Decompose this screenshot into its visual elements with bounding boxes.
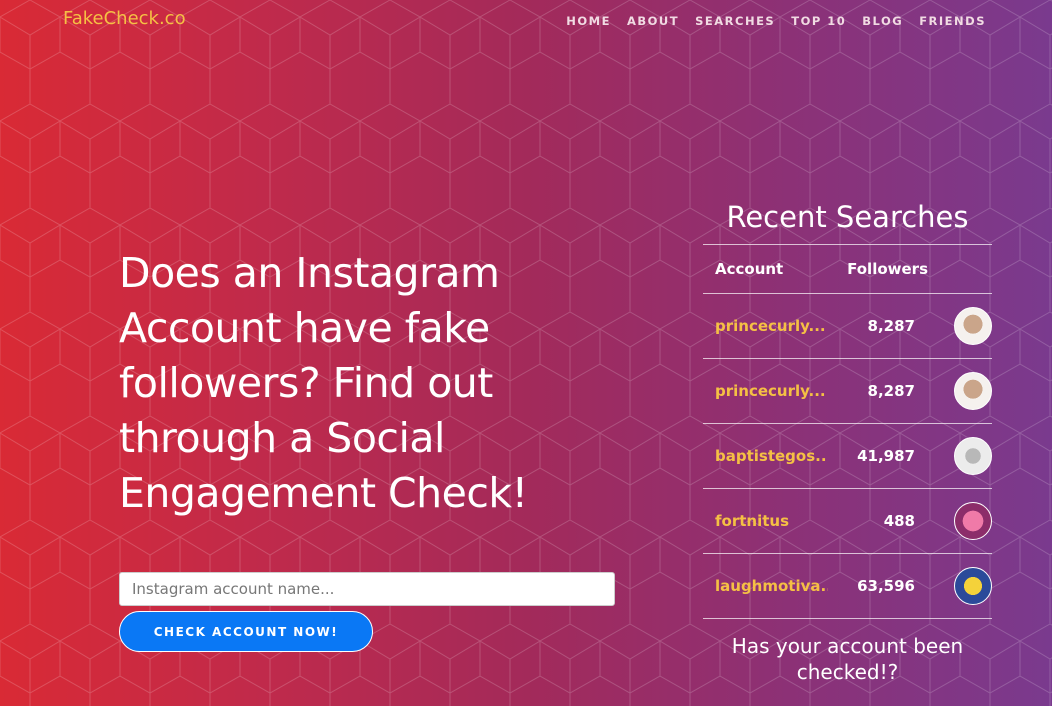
table-row[interactable]: princecurly... 8,287 [703, 294, 992, 359]
nav-about[interactable]: ABOUT [627, 14, 679, 28]
instagram-account-input[interactable] [119, 572, 615, 606]
account-column-header: Account [715, 260, 784, 278]
nav-top10[interactable]: TOP 10 [791, 14, 846, 28]
sunglasses-avatar-icon[interactable] [954, 372, 992, 410]
account-link[interactable]: princecurly... [703, 382, 828, 400]
nav-menu: HOME ABOUT SEARCHES TOP 10 BLOG FRIENDS [566, 14, 986, 28]
top-navbar: FakeCheck.co HOME ABOUT SEARCHES TOP 10 … [0, 0, 1052, 42]
followers-column-header: Followers [847, 260, 928, 278]
nav-home[interactable]: HOME [566, 14, 611, 28]
account-link[interactable]: fortnitus [703, 512, 828, 530]
account-link[interactable]: baptistegos... [703, 447, 828, 465]
followers-count: 488 [883, 512, 915, 530]
cartoon-avatar-icon[interactable] [954, 567, 992, 605]
nav-blog[interactable]: BLOG [862, 14, 903, 28]
sunglasses-avatar-icon[interactable] [954, 307, 992, 345]
recent-searches-title: Recent Searches [726, 200, 969, 234]
followers-count: 8,287 [867, 317, 915, 335]
followers-count: 8,287 [867, 382, 915, 400]
table-row[interactable]: laughmotiva... 63,596 [703, 554, 992, 619]
check-account-button[interactable]: CHECK ACCOUNT NOW! [119, 611, 373, 652]
table-row[interactable]: princecurly... 8,287 [703, 359, 992, 424]
account-checked-prompt: Has your account been checked!? [731, 634, 964, 684]
brand-logo[interactable]: FakeCheck.co [63, 8, 186, 29]
followers-count: 63,596 [857, 577, 915, 595]
recent-searches-panel: Recent Searches Account Followers prince… [703, 200, 992, 685]
drawn-face-avatar-icon[interactable] [954, 437, 992, 475]
account-link[interactable]: princecurly... [703, 317, 828, 335]
pink-bear-avatar-icon[interactable] [954, 502, 992, 540]
hero-headline: Does an Instagram Account have fake foll… [119, 249, 528, 517]
account-link[interactable]: laughmotiva... [703, 577, 828, 595]
nav-searches[interactable]: SEARCHES [695, 14, 775, 28]
followers-count: 41,987 [857, 447, 915, 465]
nav-friends[interactable]: FRIENDS [919, 14, 986, 28]
table-row[interactable]: fortnitus 488 [703, 489, 992, 554]
table-row[interactable]: baptistegos... 41,987 [703, 424, 992, 489]
recent-searches-header: Account Followers [703, 244, 992, 294]
